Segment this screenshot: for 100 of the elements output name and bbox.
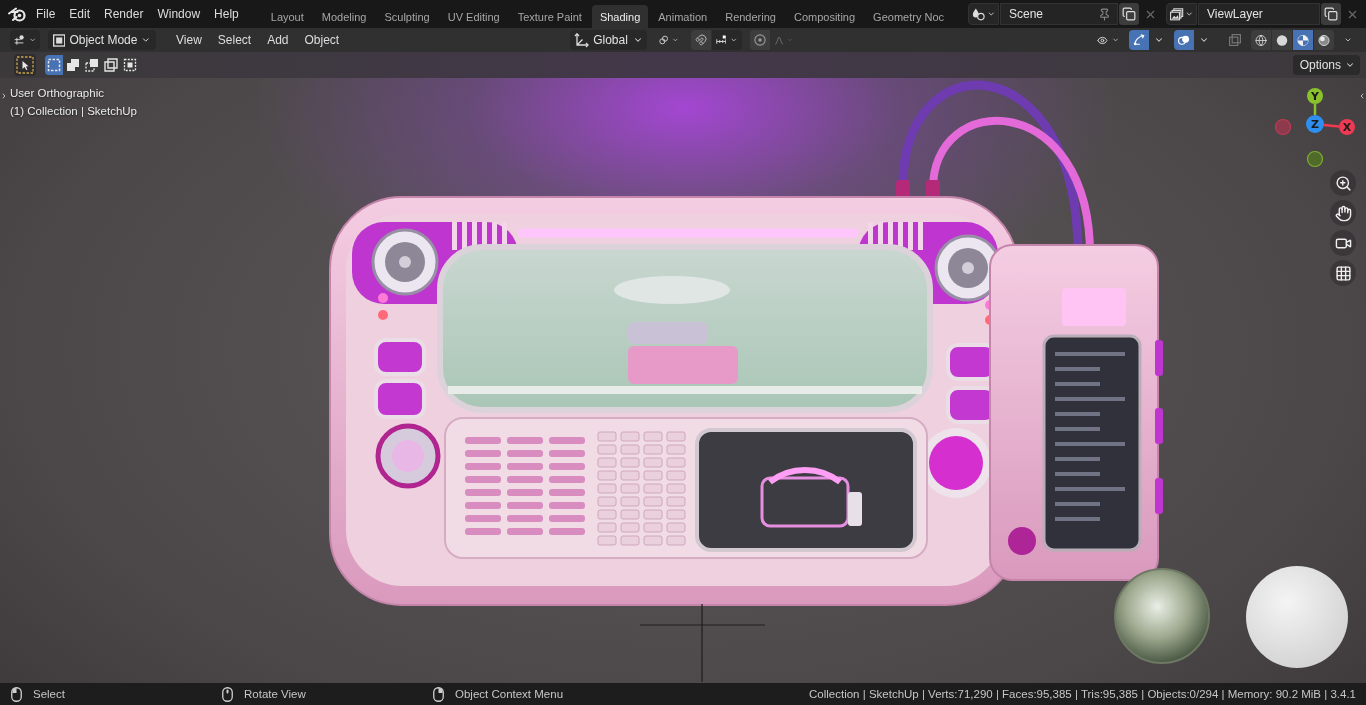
axes-icon bbox=[573, 32, 589, 48]
shading-mode-button[interactable] bbox=[1272, 30, 1292, 50]
axis-label: Y bbox=[1311, 90, 1319, 103]
duplicate-button[interactable] bbox=[1119, 3, 1139, 25]
snap-toggle[interactable] bbox=[690, 30, 711, 50]
caret-icon bbox=[986, 9, 995, 19]
caret-icon bbox=[632, 35, 643, 45]
mode-dropdown[interactable]: Object Mode bbox=[48, 30, 156, 50]
view-layer-type-button[interactable] bbox=[1166, 3, 1197, 25]
duplicate-button[interactable] bbox=[1321, 3, 1341, 25]
scene-type-button[interactable] bbox=[968, 3, 999, 25]
menu-item[interactable]: Help bbox=[207, 3, 246, 25]
negative-axis-handle[interactable] bbox=[1306, 150, 1324, 168]
menu-item[interactable]: View bbox=[168, 30, 210, 50]
gizmo-toggle[interactable] bbox=[1129, 30, 1149, 50]
menu-item[interactable]: Render bbox=[97, 3, 151, 25]
shading-mode-button[interactable] bbox=[1293, 30, 1313, 50]
hint-label: Rotate View bbox=[244, 688, 306, 700]
copy-icon bbox=[1324, 7, 1338, 21]
linked-rings-icon bbox=[658, 33, 668, 47]
subtract-squares-icon bbox=[85, 58, 99, 72]
object-square-icon bbox=[53, 33, 66, 47]
view-name-label: User Orthographic bbox=[10, 87, 104, 99]
hint-label: Object Context Menu bbox=[455, 688, 564, 700]
axis-handle[interactable]: Y bbox=[1307, 88, 1323, 104]
caret-icon bbox=[1184, 9, 1193, 19]
copy-icon bbox=[1122, 7, 1136, 21]
magnet-icon bbox=[694, 33, 707, 47]
caret-icon bbox=[1345, 60, 1355, 70]
circle-dot-icon bbox=[753, 33, 766, 47]
workspace-tab[interactable]: Modeling bbox=[313, 5, 375, 28]
shading-mode-button[interactable] bbox=[1314, 30, 1334, 50]
select-box-tool-button[interactable] bbox=[14, 54, 36, 76]
menu-item[interactable]: Object bbox=[296, 30, 348, 50]
snap-target-dropdown[interactable] bbox=[711, 30, 742, 50]
hint-label: Select bbox=[33, 688, 65, 700]
shaded-sphere-icon bbox=[1318, 32, 1330, 48]
workspace-tab[interactable]: UV Editing bbox=[439, 5, 508, 28]
pan-button[interactable] bbox=[1330, 200, 1356, 226]
editor-type-button[interactable] bbox=[10, 30, 40, 50]
toolbar-toggle-icon[interactable] bbox=[0, 92, 8, 100]
intersect-squares-icon bbox=[123, 58, 137, 72]
zoom-button[interactable] bbox=[1330, 170, 1356, 196]
workspace-tab[interactable]: Sculpting bbox=[376, 5, 438, 28]
overlays-toggle[interactable] bbox=[1174, 30, 1194, 50]
wireframe-sphere-icon bbox=[1255, 32, 1267, 48]
workspace-tab[interactable]: Texture Paint bbox=[509, 5, 590, 28]
caret-icon bbox=[141, 35, 151, 45]
hand-icon bbox=[1334, 204, 1352, 222]
shapes-icon bbox=[972, 6, 986, 22]
workspace-tab[interactable]: Shading bbox=[591, 5, 649, 28]
selection-mode-button[interactable] bbox=[121, 55, 139, 75]
cursor-in-box-icon bbox=[16, 56, 34, 74]
menu-item[interactable]: File bbox=[29, 3, 63, 25]
object-info-label: (1) Collection | SketchUp bbox=[10, 105, 137, 117]
solid-sphere-icon bbox=[1276, 32, 1288, 48]
mouse-icon bbox=[11, 686, 22, 702]
zoom-in-icon bbox=[1334, 174, 1352, 192]
difference-squares-icon bbox=[104, 58, 118, 72]
workspace-tab[interactable]: Geometry Noc bbox=[865, 5, 952, 28]
half-shaded-sphere-icon bbox=[1297, 32, 1309, 48]
negative-axis-handle[interactable] bbox=[1274, 118, 1292, 136]
shading-mode-button[interactable] bbox=[1251, 30, 1271, 50]
menu-item[interactable]: Edit bbox=[62, 3, 98, 25]
axis-line bbox=[1323, 123, 1340, 128]
options-dropdown[interactable]: Options bbox=[1292, 55, 1360, 75]
workspace-tab[interactable]: Rendering bbox=[717, 5, 784, 28]
axis-handle[interactable]: Z bbox=[1306, 115, 1324, 133]
overlapping-circles-icon bbox=[1178, 33, 1190, 47]
pin-icon[interactable] bbox=[1098, 7, 1111, 21]
menu-item[interactable]: Select bbox=[209, 30, 260, 50]
overlapping-squares-icon bbox=[66, 58, 80, 72]
scene-statistics: Collection | SketchUp | Verts:71,290 | Faces:95,385 | Tris:95,385 | Objects:0/294 | Memory: 90.2 MiB | 3.4.1 bbox=[809, 688, 1356, 700]
dashed-square-icon bbox=[47, 58, 61, 72]
gizmo-arrows-icon bbox=[1133, 33, 1145, 47]
view-layer-name-field[interactable]: ViewLayer bbox=[1198, 3, 1320, 25]
camera-view-button[interactable] bbox=[1330, 230, 1356, 256]
proportional-edit-toggle[interactable] bbox=[749, 30, 770, 50]
mouse-icon bbox=[222, 686, 233, 702]
caret-icon bbox=[1199, 35, 1209, 45]
selection-mode-button[interactable] bbox=[102, 55, 120, 75]
image-stack-icon bbox=[1170, 6, 1184, 22]
increment-icon bbox=[715, 34, 726, 46]
menu-item[interactable]: Window bbox=[150, 3, 208, 25]
sidebar-toggle-icon[interactable] bbox=[1358, 92, 1366, 100]
selection-mode-button[interactable] bbox=[45, 55, 63, 75]
grid-icon bbox=[1334, 264, 1352, 282]
app-logo-icon[interactable] bbox=[8, 6, 27, 22]
stacked-squares-icon bbox=[1229, 33, 1241, 47]
workspace-tab[interactable]: Layout bbox=[262, 5, 312, 28]
workspace-tab[interactable]: Compositing bbox=[785, 5, 864, 28]
mouse-icon bbox=[433, 686, 444, 702]
axis-label: Z bbox=[1311, 118, 1319, 131]
menu-item[interactable]: Add bbox=[259, 30, 297, 50]
transform-orientation-dropdown[interactable]: Global bbox=[569, 30, 647, 50]
projection-toggle-button[interactable] bbox=[1330, 260, 1356, 286]
caret-icon bbox=[1154, 35, 1164, 45]
scene-name-field[interactable]: Scene bbox=[1000, 3, 1118, 25]
workspace-tab[interactable]: Animation bbox=[650, 5, 716, 28]
axes-sphere-icon bbox=[14, 33, 25, 47]
